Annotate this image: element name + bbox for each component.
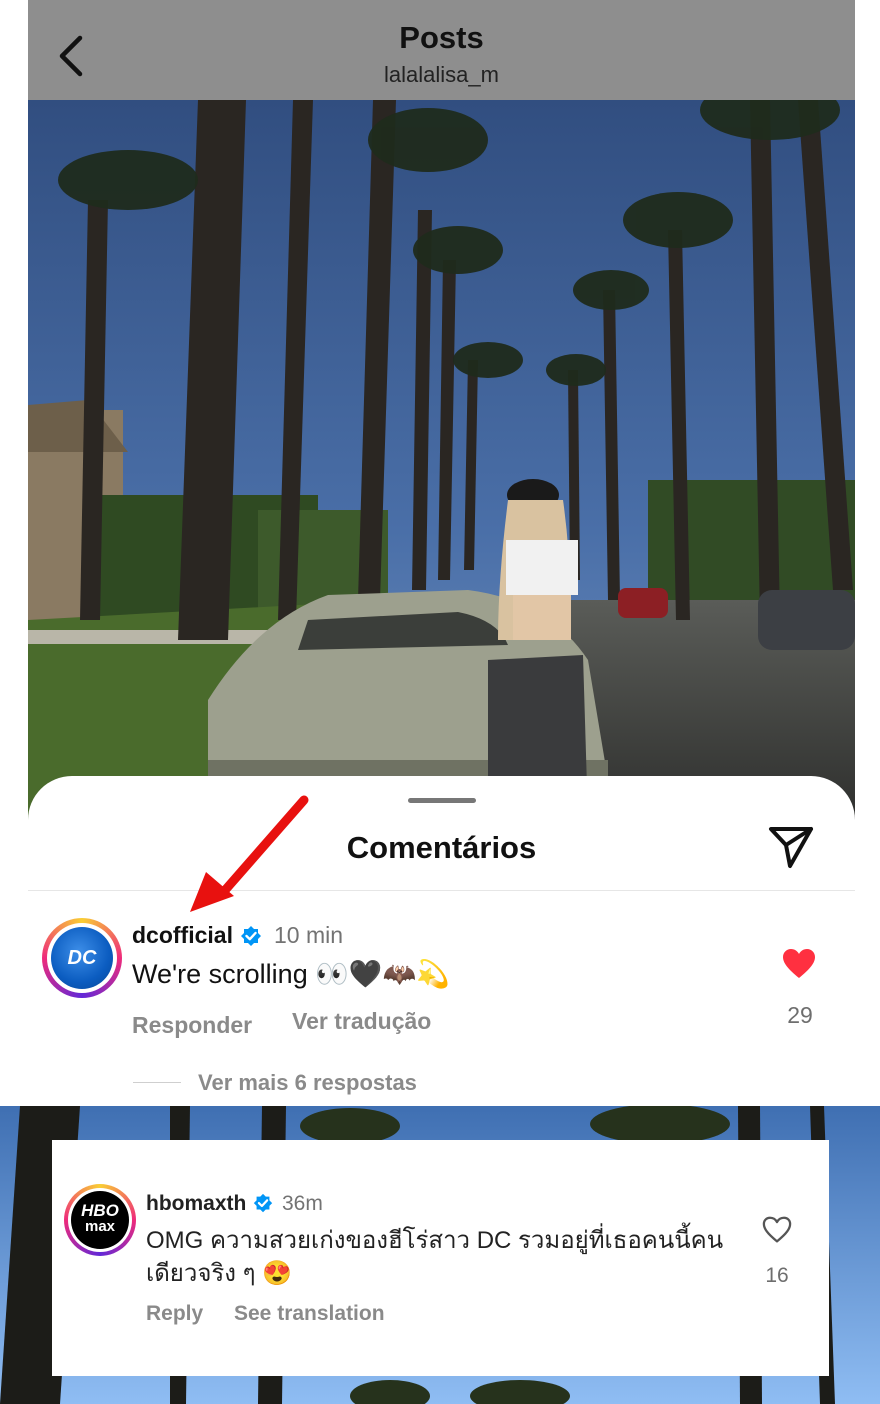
header-username[interactable]: lalalalisa_m xyxy=(28,62,855,88)
avatar-hbomaxth[interactable]: HBO max xyxy=(64,1184,136,1256)
avatar-dcofficial[interactable]: DC xyxy=(42,918,122,998)
comment-card: HBO max hbomaxth 36m OMG ความสวยเก่งของฮ… xyxy=(52,1140,829,1376)
post-header: Posts lalalalisa_m xyxy=(28,0,855,100)
like-count: 29 xyxy=(787,1002,813,1028)
comment-text: OMG ความสวยเก่งของฮีโร่สาว DC รวมอยู่ที่… xyxy=(146,1227,724,1287)
comment-timestamp: 36m xyxy=(282,1192,323,1215)
divider xyxy=(28,890,855,891)
verified-badge-icon xyxy=(254,1194,273,1213)
like-button[interactable] xyxy=(762,1216,792,1244)
post-screen: Posts lalalalisa_m Comentários DC dcoffi… xyxy=(28,0,855,1106)
comment-username[interactable]: dcofficial xyxy=(132,922,263,949)
dc-logo-icon: DC xyxy=(51,927,113,989)
comment-username[interactable]: hbomaxth xyxy=(146,1192,274,1216)
username-text[interactable]: dcofficial xyxy=(132,922,233,948)
post-photo[interactable] xyxy=(28,100,855,820)
heart-outline-icon xyxy=(762,1216,792,1243)
verified-badge-icon xyxy=(241,925,262,946)
heart-filled-icon xyxy=(783,949,815,978)
see-translation-button[interactable]: See translation xyxy=(234,1302,385,1326)
logo-line-2: max xyxy=(84,1218,116,1235)
like-button[interactable] xyxy=(782,948,816,980)
comment-timestamp: 10 min xyxy=(274,922,344,948)
share-button[interactable] xyxy=(766,824,816,872)
comments-title: Comentários xyxy=(346,830,537,865)
logo-line-1: HBO xyxy=(81,1201,119,1220)
see-translation-button[interactable]: Ver tradução xyxy=(292,1008,431,1035)
reply-button[interactable]: Responder xyxy=(132,1012,252,1039)
sheet-grabber[interactable] xyxy=(408,798,476,803)
view-more-replies-button[interactable]: Ver mais 6 respostas xyxy=(198,1070,417,1096)
comment-text: We're scrolling 👀🖤🦇💫 xyxy=(132,959,450,989)
username-text[interactable]: hbomaxth xyxy=(146,1192,246,1215)
page-title: Posts xyxy=(399,20,484,55)
like-count: 16 xyxy=(765,1264,789,1287)
replies-line xyxy=(133,1082,181,1083)
reply-button[interactable]: Reply xyxy=(146,1302,203,1326)
second-screenshot: HBO max hbomaxth 36m OMG ความสวยเก่งของฮ… xyxy=(0,1106,880,1404)
comments-sheet: Comentários DC dcofficial 10 min We're s… xyxy=(28,776,855,1106)
hbo-max-logo-icon: HBO max xyxy=(71,1191,129,1249)
street-palm-photo xyxy=(28,100,855,820)
send-icon xyxy=(769,827,813,868)
